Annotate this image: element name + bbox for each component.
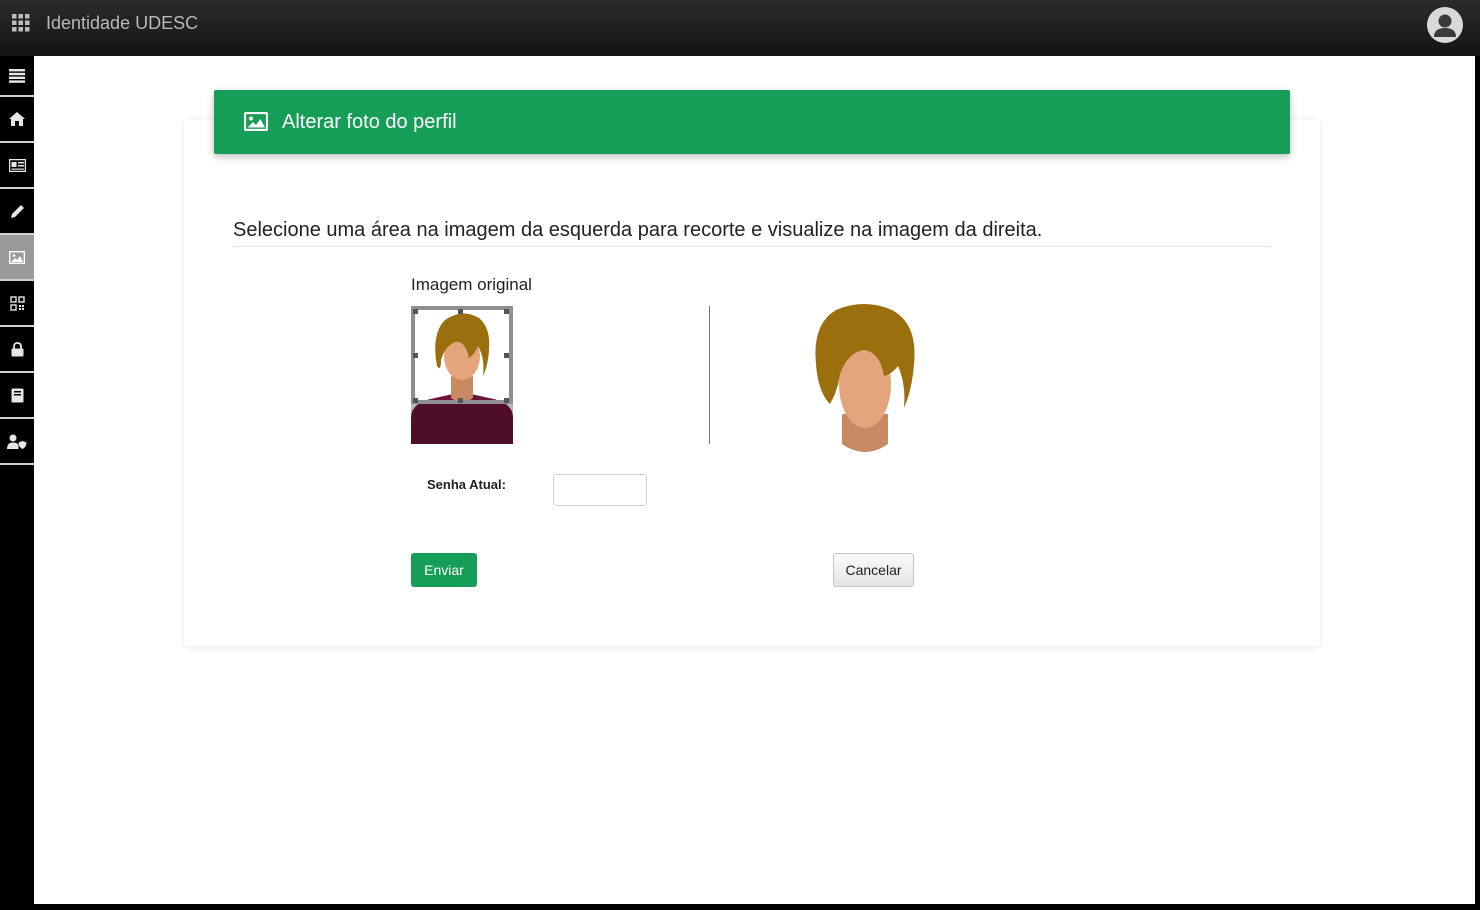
sidebar-item-password[interactable] [0,327,34,373]
user-avatar[interactable] [1427,7,1463,43]
card-header: Alterar foto do perfil [214,90,1290,154]
user-icon [1434,14,1456,37]
current-password-input[interactable] [553,474,647,506]
image-icon [9,250,25,264]
sidebar-item-menu[interactable] [0,56,34,97]
top-bar: Identidade UDESC [0,0,1480,57]
sidebar-item-edit[interactable] [0,189,34,235]
sidebar-item-id-card[interactable] [0,143,34,189]
home-icon [9,112,25,126]
qr-code-icon [9,295,25,311]
pencil-icon [10,204,24,218]
current-password-label: Senha Atual: [427,477,506,492]
app-title[interactable]: Identidade UDESC [46,12,198,34]
sidebar [0,56,34,910]
sidebar-item-home[interactable] [0,97,34,143]
user-shield-icon [7,434,27,449]
card-title: Alterar foto do perfil [282,111,457,133]
lock-icon [11,341,23,356]
sidebar-item-photo[interactable] [0,235,34,281]
id-card-icon [8,158,26,172]
image-icon [244,112,268,131]
image-divider [709,306,710,444]
crop-instruction: Selecione uma área na imagem da esquerda… [233,218,1271,247]
apps-grid-icon[interactable] [12,14,30,32]
original-image-label: Imagem original [411,275,532,294]
main-content: Alterar foto do perfil Selecione uma áre… [34,56,1475,904]
send-button[interactable]: Enviar [411,553,477,587]
sidebar-item-user-permissions[interactable] [0,419,34,465]
cancel-button[interactable]: Cancelar [833,553,914,587]
sidebar-item-qr-code[interactable] [0,281,34,327]
cropped-preview-image [815,304,915,452]
sidebar-item-book[interactable] [0,373,34,419]
original-image-cropper[interactable] [411,306,513,444]
book-icon [11,388,23,402]
menu-icon [9,68,25,83]
profile-photo-card [184,120,1320,646]
